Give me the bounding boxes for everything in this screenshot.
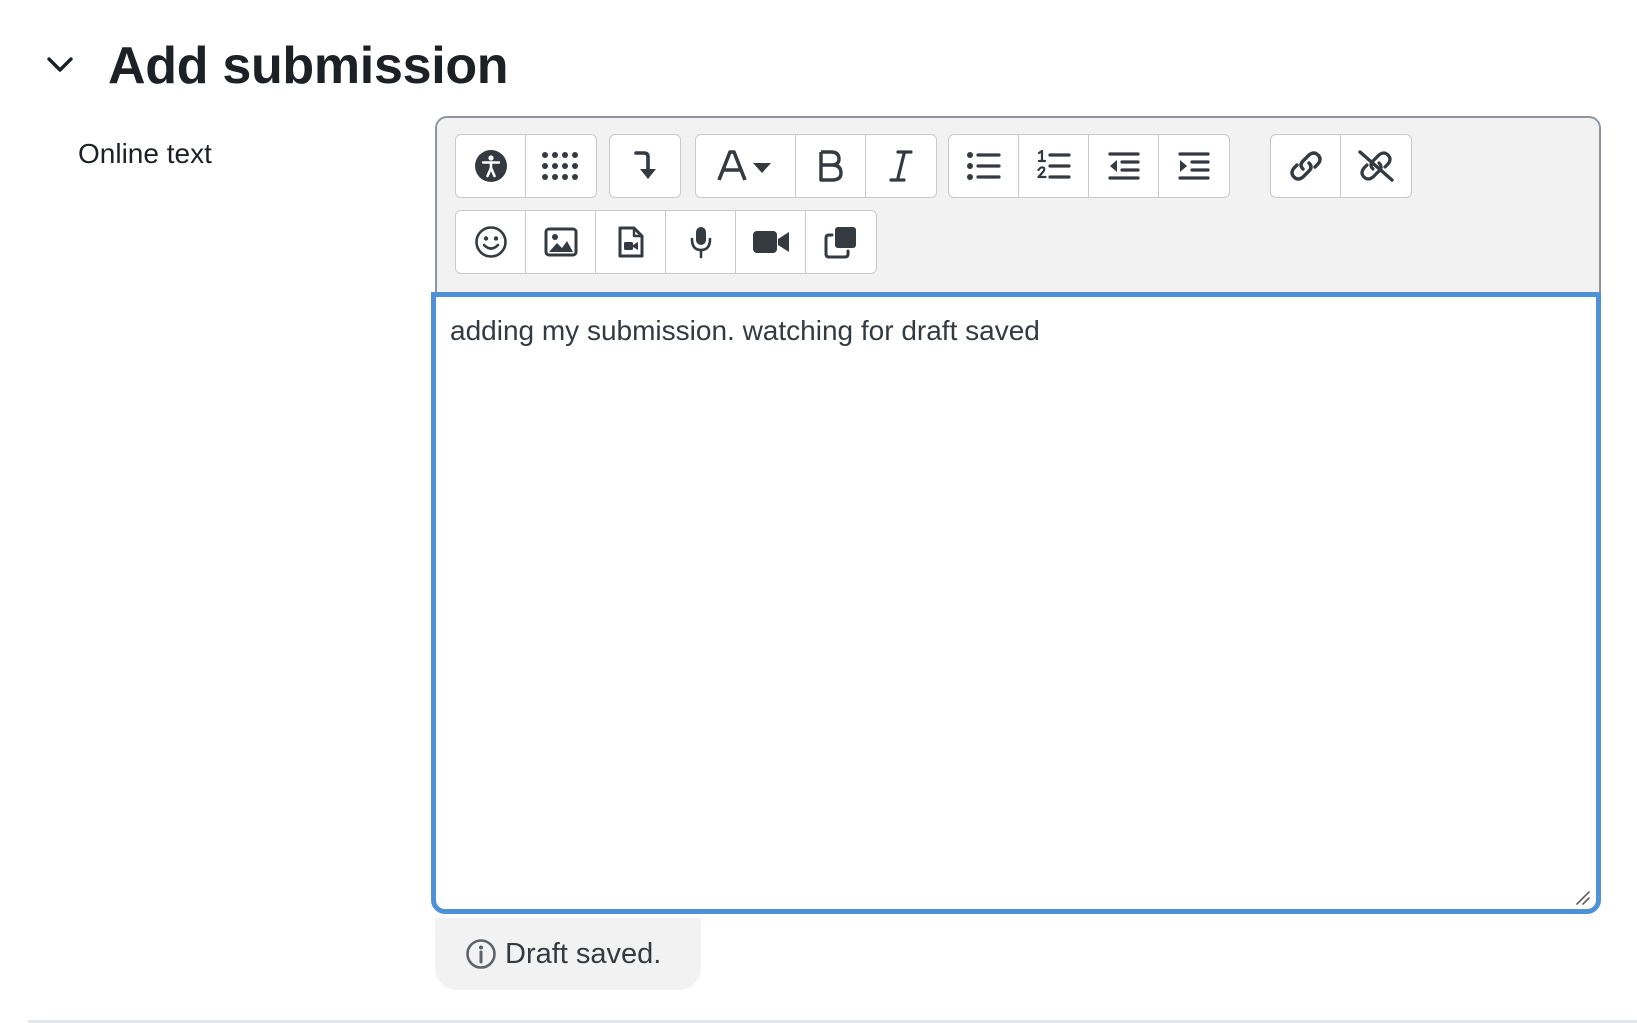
record-video-button[interactable] [736,211,806,273]
emoji-icon [474,226,507,258]
toolbar-group-tools [455,134,597,198]
ordered-list-button[interactable] [1019,135,1089,197]
more-tools-button[interactable] [526,135,596,197]
unordered-list-button[interactable] [949,135,1019,197]
media-file-icon [618,226,643,258]
resize-handle-icon[interactable] [1574,889,1590,905]
draft-saved-notice: Draft saved. [435,918,701,990]
toolbar-group-links [1270,134,1412,198]
toolbar-group-undo [609,134,681,198]
unordered-list-icon [966,152,1001,180]
font-style-dropdown-button[interactable] [696,135,796,197]
font-style-dropdown-icon [716,150,771,181]
record-audio-button[interactable] [666,211,736,273]
indent-icon [1178,152,1210,180]
media-button[interactable] [596,211,666,273]
tile-grid-icon [542,152,578,180]
editor-content-text[interactable]: adding my submission. watching for draft… [450,313,1040,349]
image-button[interactable] [526,211,596,273]
accessibility-checker-icon [474,150,507,182]
chevron-down-icon [47,57,73,72]
bold-icon [818,150,843,182]
italic-button[interactable] [866,135,936,197]
video-camera-icon [752,231,789,253]
info-icon [466,939,496,969]
online-text-label: Online text [78,138,212,169]
draft-saved-text: Draft saved. [505,937,662,970]
ordered-list-icon [1036,150,1071,179]
outdent-button[interactable] [1089,135,1159,197]
rich-text-editor: adding my submission. watching for draft… [431,116,1601,926]
indent-button[interactable] [1159,135,1229,197]
link-button[interactable] [1271,135,1341,197]
unlink-button[interactable] [1341,135,1411,197]
outdent-icon [1107,152,1140,180]
toolbar-group-format [695,134,937,198]
section-title: Add submission [108,37,509,95]
editor-toolbar [435,116,1601,294]
toolbar-group-insert [455,210,877,274]
toolbar-group-lists [948,134,1230,198]
link-icon [1289,151,1322,181]
copy-button[interactable] [806,211,876,273]
image-icon [544,227,577,257]
unlink-icon [1358,150,1394,182]
italic-icon [889,150,913,182]
microphone-icon [690,227,711,259]
accessibility-checker-button[interactable] [456,135,526,197]
bold-button[interactable] [796,135,866,197]
collapse-toggle-button[interactable] [44,48,76,80]
copy-icon [824,227,856,259]
editor-content-area[interactable]: adding my submission. watching for draft… [431,292,1601,914]
redo-button[interactable] [610,135,680,197]
emoji-button[interactable] [456,211,526,273]
arrow-turn-down-icon [634,151,656,179]
